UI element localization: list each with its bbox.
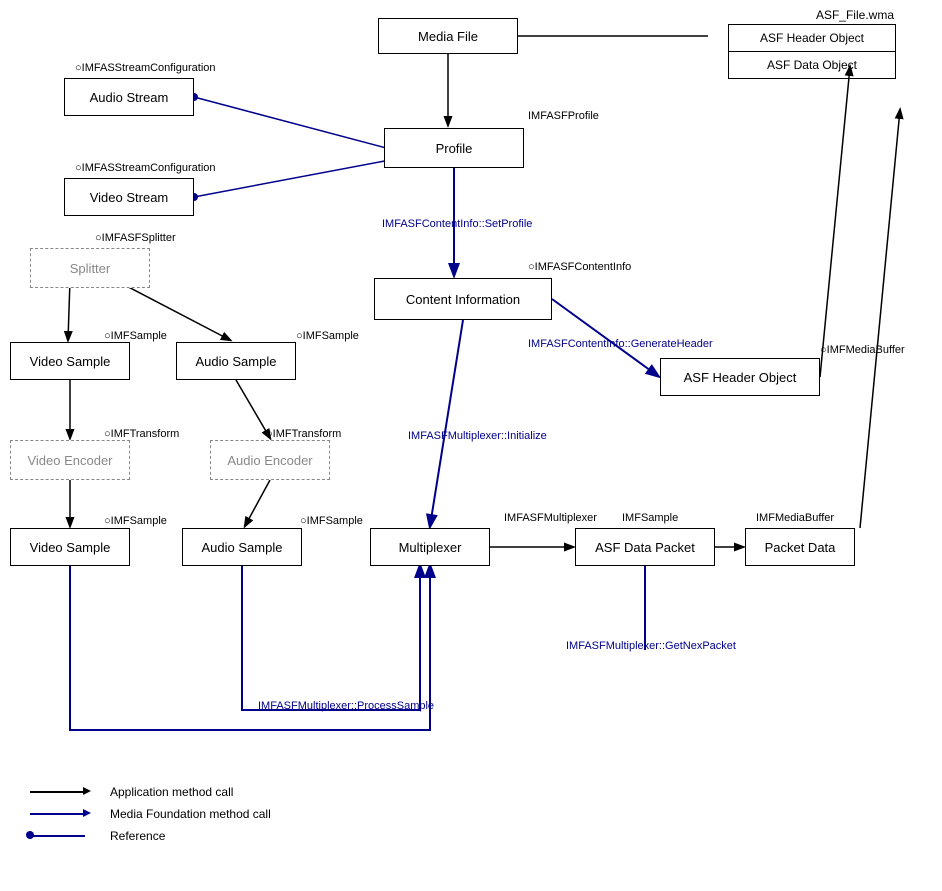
imf-transform-label-2: ○IMFTransform	[266, 428, 341, 440]
get-next-packet-label: IMFASFMultiplexer::GetNexPacket	[566, 640, 736, 652]
profile-box: Profile	[384, 128, 524, 168]
imfas-stream-config-label-2: ○IMFASStreamConfiguration	[75, 162, 216, 174]
media-file-box: Media File	[378, 18, 518, 54]
asf-header-object-box: ASF Header Object	[660, 358, 820, 396]
legend-mf-call: Media Foundation method call	[30, 807, 271, 821]
imfasf-splitter-label: ○IMFASFSplitter	[95, 232, 176, 244]
legend: Application method call Media Foundation…	[30, 785, 271, 851]
multiplexer-label: Multiplexer	[399, 540, 462, 555]
imf-sample-label-3: ○IMFSample	[104, 515, 167, 527]
initialize-text: IMFASFMultiplexer::Initialize	[408, 430, 547, 442]
video-sample-1-label: Video Sample	[30, 354, 111, 369]
audio-stream-label: Audio Stream	[90, 90, 169, 105]
imfas-stream-config-label-1: ○IMFASStreamConfiguration	[75, 62, 216, 74]
profile-label: Profile	[436, 141, 473, 156]
asf-data-packet-box: ASF Data Packet	[575, 528, 715, 566]
asf-file-title: ASF_File.wma	[718, 8, 896, 22]
imf-sample-label-5: IMFSample	[622, 512, 678, 524]
splitter-label: Splitter	[70, 261, 110, 276]
get-next-packet-text: IMFASFMultiplexer::GetNexPacket	[566, 640, 736, 652]
imf-sample-label-4: ○IMFSample	[300, 515, 363, 527]
set-profile-label: IMFASFContentInfo::SetProfile	[382, 218, 532, 230]
video-sample-2-label: Video Sample	[30, 540, 111, 555]
media-file-label: Media File	[418, 29, 478, 44]
asf-header-row-text: ASF Header Object	[760, 31, 864, 45]
video-sample-1-box: Video Sample	[10, 342, 130, 380]
imfasf-multiplexer-label: IMFASFMultiplexer	[504, 512, 597, 524]
packet-data-box: Packet Data	[745, 528, 855, 566]
asf-file-container: ASF_File.wma ASF Header Object ASF Data …	[718, 8, 896, 79]
imf-media-buffer-label-1: ○IMFMediaBuffer	[820, 344, 905, 356]
imf-transform-label-1: ○IMFTransform	[104, 428, 179, 440]
process-sample-label: IMFASFMultiplexer::ProcessSample	[258, 700, 434, 712]
initialize-label: IMFASFMultiplexer::Initialize	[408, 430, 547, 442]
legend-app-call-text: Application method call	[110, 785, 233, 799]
content-info-box: Content Information	[374, 278, 552, 320]
packet-data-label: Packet Data	[765, 540, 836, 555]
video-encoder-box: Video Encoder	[10, 440, 130, 480]
multiplexer-box: Multiplexer	[370, 528, 490, 566]
legend-reference: Reference	[30, 829, 271, 843]
legend-app-call: Application method call	[30, 785, 271, 799]
imf-media-buffer-label-2: IMFMediaBuffer	[756, 512, 834, 524]
diagram-container: Media File ○IMFASStreamConfiguration Aud…	[0, 0, 942, 891]
video-stream-box: Video Stream	[64, 178, 194, 216]
video-sample-2-box: Video Sample	[10, 528, 130, 566]
audio-stream-box: Audio Stream	[64, 78, 194, 116]
generate-header-label: IMFASFContentInfo::GenerateHeader	[528, 338, 713, 350]
audio-sample-2-label: Audio Sample	[202, 540, 283, 555]
audio-sample-1-label: Audio Sample	[196, 354, 277, 369]
imfasf-profile-label: IMFASFProfile	[528, 110, 599, 122]
asf-header-object-label: ASF Header Object	[684, 370, 797, 385]
asf-file-title-text: ASF_File.wma	[816, 8, 894, 22]
video-encoder-label: Video Encoder	[27, 453, 112, 468]
legend-reference-text: Reference	[110, 829, 165, 843]
asf-data-packet-label: ASF Data Packet	[595, 540, 695, 555]
splitter-box: Splitter	[30, 248, 150, 288]
asf-file-inner: ASF Header Object ASF Data Object	[728, 24, 896, 79]
audio-encoder-label: Audio Encoder	[227, 453, 312, 468]
audio-sample-1-box: Audio Sample	[176, 342, 296, 380]
generate-header-text: IMFASFContentInfo::GenerateHeader	[528, 338, 713, 350]
content-info-label: Content Information	[406, 292, 520, 307]
asf-data-row-text: ASF Data Object	[767, 58, 857, 72]
video-stream-label: Video Stream	[90, 190, 169, 205]
legend-mf-call-text: Media Foundation method call	[110, 807, 271, 821]
set-profile-text: IMFASFContentInfo::SetProfile	[382, 218, 532, 230]
imf-sample-label-2: ○IMFSample	[296, 330, 359, 342]
asf-data-object-file-row: ASF Data Object	[729, 52, 895, 78]
audio-encoder-box: Audio Encoder	[210, 440, 330, 480]
process-sample-text: IMFASFMultiplexer::ProcessSample	[258, 700, 434, 712]
imf-sample-label-1: ○IMFSample	[104, 330, 167, 342]
asf-header-object-file-row: ASF Header Object	[729, 25, 895, 52]
imfasf-content-info-label: ○IMFASFContentInfo	[528, 261, 631, 273]
audio-sample-2-box: Audio Sample	[182, 528, 302, 566]
